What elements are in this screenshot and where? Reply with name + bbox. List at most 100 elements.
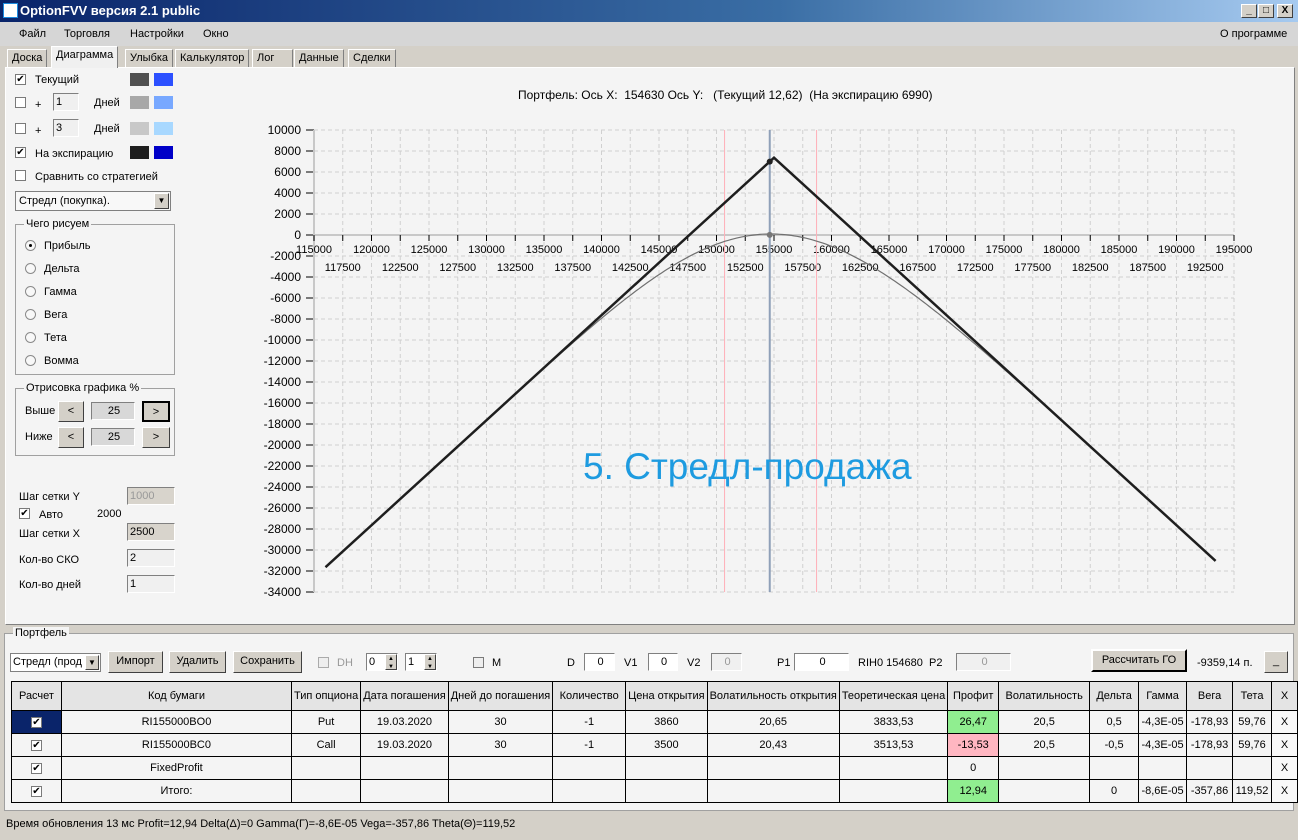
spin2-input[interactable]: 1 ▲ ▼	[405, 653, 437, 671]
p2-input[interactable]: 0	[956, 653, 1011, 671]
dh-checkbox[interactable]	[318, 657, 329, 668]
close-button[interactable]: X	[1277, 4, 1293, 18]
radio-1[interactable]	[25, 263, 36, 274]
column-header[interactable]: Профит	[947, 681, 1000, 711]
calc-cell[interactable]: ✔	[11, 710, 62, 734]
compare-checkbox[interactable]	[15, 170, 26, 181]
y-tick-label: -10000	[264, 333, 302, 347]
delete-row-button[interactable]: X	[1271, 710, 1298, 734]
y-tick-label: 10000	[268, 123, 302, 137]
x-tick-label: 185000	[1101, 244, 1138, 256]
v2-input[interactable]: 0	[711, 653, 742, 671]
plus3-color-swatch[interactable]	[130, 122, 149, 135]
strategy-select[interactable]: Стредл (покупка). ▼	[15, 191, 171, 211]
p1-input[interactable]: 0	[794, 653, 849, 671]
save-button[interactable]: Сохранить	[233, 651, 302, 673]
column-header[interactable]: Гамма	[1138, 681, 1188, 711]
radio-4[interactable]	[25, 332, 36, 343]
menu-trading[interactable]: Торговля	[64, 22, 110, 46]
radio-0[interactable]	[25, 240, 36, 251]
plus1-days-input[interactable]: 1	[53, 93, 79, 111]
spin1-input[interactable]: 0 ▲ ▼	[366, 653, 398, 671]
tab-calculator[interactable]: Калькулятор	[175, 49, 250, 67]
collapse-button[interactable]: _	[1264, 651, 1288, 673]
maximize-button[interactable]: □	[1258, 4, 1274, 18]
days-count-input[interactable]: 1	[127, 575, 175, 593]
above-decrease-button[interactable]: <	[58, 401, 84, 422]
calc-checkbox[interactable]: ✔	[30, 740, 42, 751]
menu-file[interactable]: Файл	[19, 22, 46, 46]
menu-settings[interactable]: Настройки	[130, 22, 184, 46]
column-header[interactable]: Количество	[552, 681, 627, 711]
above-increase-button[interactable]: >	[142, 401, 170, 422]
plus3-checkbox[interactable]	[15, 123, 26, 134]
radio-3[interactable]	[25, 309, 36, 320]
below-decrease-button[interactable]: <	[58, 427, 84, 448]
above-value[interactable]: 25	[91, 402, 135, 420]
radio-5[interactable]	[25, 355, 36, 366]
chevron-down-icon[interactable]: ▼	[85, 655, 99, 670]
tab-deals[interactable]: Сделки	[348, 49, 396, 67]
delete-row-button[interactable]: X	[1271, 779, 1298, 803]
column-header[interactable]: Вега	[1186, 681, 1234, 711]
column-header[interactable]: Теоретическая цена	[838, 681, 949, 711]
grid-x-input[interactable]: 2500	[127, 523, 175, 541]
plus3-color-swatch-2[interactable]	[154, 122, 173, 135]
current-color-swatch[interactable]	[130, 73, 149, 86]
d-input[interactable]: 0	[584, 653, 615, 671]
tab-smile[interactable]: Улыбка	[125, 49, 174, 67]
expiry-color-swatch[interactable]	[130, 146, 149, 159]
calc-checkbox[interactable]: ✔	[30, 717, 42, 728]
calc-checkbox[interactable]: ✔	[30, 786, 42, 797]
delete-button[interactable]: Удалить	[169, 651, 226, 673]
current-checkbox[interactable]: ✔	[15, 74, 26, 85]
minimize-button[interactable]: _	[1241, 4, 1257, 18]
portfolio-strategy-select[interactable]: Стредл (прод ▼	[10, 653, 101, 672]
spinner-arrows-icon[interactable]: ▲ ▼	[424, 654, 436, 670]
column-header[interactable]: Расчет	[11, 681, 62, 711]
column-header[interactable]: Дней до погашения	[447, 681, 554, 711]
column-header[interactable]: Волатильность открытия	[706, 681, 840, 711]
column-header[interactable]: Цена открытия	[625, 681, 708, 711]
tab-data[interactable]: Данные	[294, 49, 344, 67]
column-header[interactable]: Дата погашения	[360, 681, 449, 711]
menu-window[interactable]: Окно	[203, 22, 229, 46]
x-tick-label: 170000	[928, 244, 965, 256]
expiry-color-swatch-2[interactable]	[154, 146, 173, 159]
m-checkbox[interactable]	[473, 657, 484, 668]
plus3-days-input[interactable]: 3	[53, 119, 79, 137]
menu-about[interactable]: О программе	[1220, 22, 1287, 46]
tab-board[interactable]: Доска	[7, 49, 48, 67]
grid-y-input[interactable]: 1000	[127, 487, 175, 505]
tab-log[interactable]: Лог	[252, 49, 293, 67]
expiry-checkbox[interactable]: ✔	[15, 147, 26, 158]
tab-diagram[interactable]: Диаграмма	[51, 46, 119, 68]
current-color-swatch-2[interactable]	[154, 73, 173, 86]
below-increase-button[interactable]: >	[142, 427, 170, 448]
calc-checkbox[interactable]: ✔	[30, 763, 42, 774]
sko-input[interactable]: 2	[127, 549, 175, 567]
profit-chart[interactable]: 1000080006000400020000-2000-4000-6000-80…	[240, 110, 1260, 610]
column-header[interactable]: Тета	[1232, 681, 1272, 711]
radio-2[interactable]	[25, 286, 36, 297]
calc-cell[interactable]: ✔	[11, 756, 62, 780]
below-value[interactable]: 25	[91, 428, 135, 446]
column-header[interactable]: Код бумаги	[60, 681, 292, 711]
calc-cell[interactable]: ✔	[11, 779, 62, 803]
column-header[interactable]: X	[1271, 681, 1298, 711]
auto-checkbox[interactable]: ✔	[19, 508, 30, 519]
delete-row-button[interactable]: X	[1271, 756, 1298, 780]
calc-cell[interactable]: ✔	[11, 733, 62, 757]
column-header[interactable]: Дельта	[1089, 681, 1140, 711]
plus1-color-swatch[interactable]	[130, 96, 149, 109]
calc-go-button[interactable]: Рассчитать ГО	[1091, 649, 1187, 672]
plus1-checkbox[interactable]	[15, 97, 26, 108]
spinner-arrows-icon[interactable]: ▲ ▼	[385, 654, 397, 670]
v1-input[interactable]: 0	[648, 653, 678, 671]
column-header[interactable]: Тип опциона	[290, 681, 362, 711]
delete-row-button[interactable]: X	[1271, 733, 1298, 757]
column-header[interactable]: Волатильность	[998, 681, 1091, 711]
chevron-down-icon[interactable]: ▼	[154, 193, 169, 209]
plus1-color-swatch-2[interactable]	[154, 96, 173, 109]
import-button[interactable]: Импорт	[108, 651, 163, 673]
